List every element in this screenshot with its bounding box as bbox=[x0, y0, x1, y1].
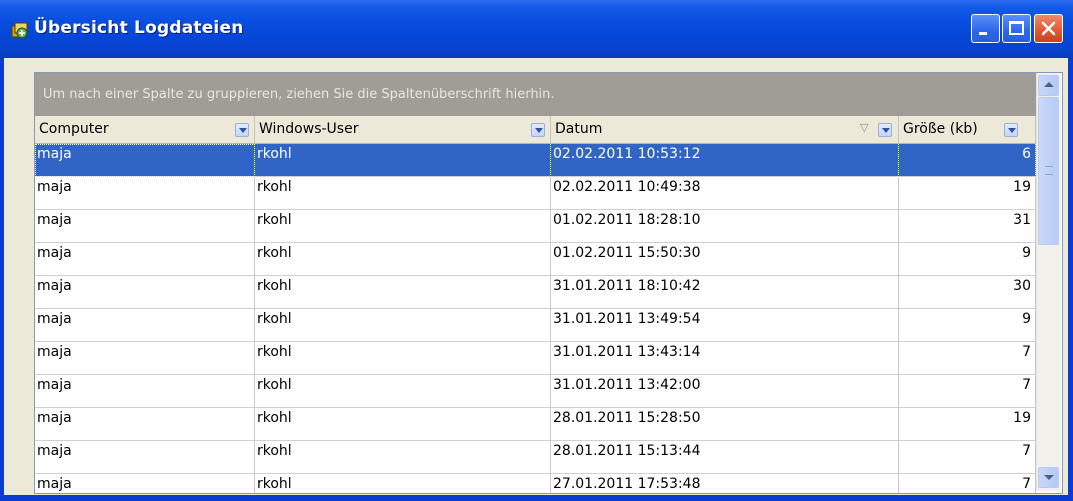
cell-computer[interactable]: maja bbox=[35, 309, 255, 342]
cell-computer[interactable]: maja bbox=[35, 474, 255, 493]
table-row[interactable]: maja rkohl 31.01.2011 13:49:54 9 bbox=[35, 309, 1036, 342]
column-header-groesse[interactable]: Größe (kb) bbox=[899, 116, 1036, 144]
cell-windows-user[interactable]: rkohl bbox=[255, 474, 551, 493]
cell-windows-user[interactable]: rkohl bbox=[255, 276, 551, 309]
cell-windows-user[interactable]: rkohl bbox=[255, 342, 551, 375]
cell-groesse[interactable]: 9 bbox=[899, 243, 1036, 276]
cell-windows-user[interactable]: rkohl bbox=[255, 408, 551, 441]
cell-datum[interactable]: 28.01.2011 15:28:50 bbox=[551, 408, 899, 441]
table-row[interactable]: maja rkohl 31.01.2011 18:10:42 30 bbox=[35, 276, 1036, 309]
table-row[interactable]: maja rkohl 01.02.2011 15:50:30 9 bbox=[35, 243, 1036, 276]
close-button[interactable] bbox=[1034, 14, 1063, 43]
cell-groesse[interactable]: 31 bbox=[899, 210, 1036, 243]
scroll-up-icon[interactable] bbox=[1038, 75, 1059, 96]
close-icon bbox=[1041, 21, 1056, 36]
cell-windows-user[interactable]: rkohl bbox=[255, 375, 551, 408]
cell-groesse[interactable]: 6 bbox=[899, 144, 1036, 177]
window-title: Übersicht Logdateien bbox=[34, 18, 244, 38]
cell-groesse[interactable]: 19 bbox=[899, 408, 1036, 441]
maximize-icon bbox=[1009, 21, 1024, 35]
minimize-button[interactable] bbox=[971, 14, 1000, 43]
table-row[interactable]: maja rkohl 31.01.2011 13:43:14 7 bbox=[35, 342, 1036, 375]
cell-computer[interactable]: maja bbox=[35, 441, 255, 474]
minimize-icon bbox=[979, 32, 987, 35]
cell-groesse[interactable]: 7 bbox=[899, 441, 1036, 474]
cell-computer[interactable]: maja bbox=[35, 408, 255, 441]
column-header-label: Computer bbox=[39, 121, 109, 137]
column-header-datum[interactable]: Datum ▽ bbox=[551, 116, 899, 144]
cell-datum[interactable]: 31.01.2011 13:43:14 bbox=[551, 342, 899, 375]
scroll-down-icon[interactable] bbox=[1038, 467, 1059, 488]
cell-groesse[interactable]: 9 bbox=[899, 309, 1036, 342]
cell-datum[interactable]: 01.02.2011 18:28:10 bbox=[551, 210, 899, 243]
cell-groesse[interactable]: 7 bbox=[899, 342, 1036, 375]
cell-datum[interactable]: 31.01.2011 13:49:54 bbox=[551, 309, 899, 342]
log-grid: Um nach einer Spalte zu gruppieren, zieh… bbox=[34, 72, 1063, 494]
cell-computer[interactable]: maja bbox=[35, 243, 255, 276]
cell-windows-user[interactable]: rkohl bbox=[255, 177, 551, 210]
cell-computer[interactable]: maja bbox=[35, 375, 255, 408]
cell-windows-user[interactable]: rkohl bbox=[255, 144, 551, 177]
table-row[interactable]: maja rkohl 02.02.2011 10:53:12 6 bbox=[35, 144, 1036, 177]
table-row[interactable]: maja rkohl 28.01.2011 15:13:44 7 bbox=[35, 441, 1036, 474]
column-header-windows-user[interactable]: Windows-User bbox=[255, 116, 551, 144]
filter-dropdown-icon[interactable] bbox=[235, 123, 249, 137]
filter-dropdown-icon[interactable] bbox=[878, 123, 892, 137]
cell-datum[interactable]: 28.01.2011 15:13:44 bbox=[551, 441, 899, 474]
table-row[interactable]: maja rkohl 28.01.2011 15:28:50 19 bbox=[35, 408, 1036, 441]
cell-groesse[interactable]: 7 bbox=[899, 474, 1036, 493]
cell-computer[interactable]: maja bbox=[35, 276, 255, 309]
cell-datum[interactable]: 02.02.2011 10:49:38 bbox=[551, 177, 899, 210]
cell-windows-user[interactable]: rkohl bbox=[255, 210, 551, 243]
sort-descending-icon: ▽ bbox=[860, 121, 869, 134]
scroll-thumb[interactable] bbox=[1038, 97, 1059, 245]
filter-dropdown-icon[interactable] bbox=[1004, 123, 1018, 137]
table-row[interactable]: maja rkohl 01.02.2011 18:28:10 31 bbox=[35, 210, 1036, 243]
table-row[interactable]: maja rkohl 02.02.2011 10:49:38 19 bbox=[35, 177, 1036, 210]
cell-datum[interactable]: 02.02.2011 10:53:12 bbox=[551, 144, 899, 177]
column-header-label: Windows-User bbox=[259, 121, 359, 137]
column-header-label: Größe (kb) bbox=[903, 121, 978, 137]
column-header-label: Datum bbox=[555, 121, 603, 137]
vertical-scrollbar[interactable] bbox=[1036, 73, 1061, 491]
maximize-button[interactable] bbox=[1002, 14, 1031, 43]
column-header-row: Computer Windows-User Datum ▽ Größe (kb) bbox=[35, 116, 1036, 144]
table-row[interactable]: maja rkohl 31.01.2011 13:42:00 7 bbox=[35, 375, 1036, 408]
cell-windows-user[interactable]: rkohl bbox=[255, 243, 551, 276]
column-header-computer[interactable]: Computer bbox=[35, 116, 255, 144]
cell-windows-user[interactable]: rkohl bbox=[255, 441, 551, 474]
cell-computer[interactable]: maja bbox=[35, 144, 255, 177]
group-by-panel[interactable]: Um nach einer Spalte zu gruppieren, zieh… bbox=[35, 73, 1036, 116]
filter-dropdown-icon[interactable] bbox=[531, 123, 545, 137]
cell-computer[interactable]: maja bbox=[35, 210, 255, 243]
window-client-area: Um nach einer Spalte zu gruppieren, zieh… bbox=[4, 58, 1068, 495]
group-by-hint: Um nach einer Spalte zu gruppieren, zieh… bbox=[43, 87, 555, 102]
table-row[interactable]: maja rkohl 27.01.2011 17:53:48 7 bbox=[35, 474, 1036, 493]
cell-datum[interactable]: 31.01.2011 18:10:42 bbox=[551, 276, 899, 309]
cell-windows-user[interactable]: rkohl bbox=[255, 309, 551, 342]
cell-groesse[interactable]: 19 bbox=[899, 177, 1036, 210]
cell-groesse[interactable]: 30 bbox=[899, 276, 1036, 309]
cell-datum[interactable]: 31.01.2011 13:42:00 bbox=[551, 375, 899, 408]
cell-computer[interactable]: maja bbox=[35, 342, 255, 375]
app-window: Übersicht Logdateien Um nach einer Spalt… bbox=[0, 0, 1073, 501]
cell-datum[interactable]: 01.02.2011 15:50:30 bbox=[551, 243, 899, 276]
title-bar[interactable]: Übersicht Logdateien bbox=[0, 0, 1073, 58]
app-icon bbox=[11, 22, 28, 39]
cell-computer[interactable]: maja bbox=[35, 177, 255, 210]
cell-groesse[interactable]: 7 bbox=[899, 375, 1036, 408]
cell-datum[interactable]: 27.01.2011 17:53:48 bbox=[551, 474, 899, 493]
